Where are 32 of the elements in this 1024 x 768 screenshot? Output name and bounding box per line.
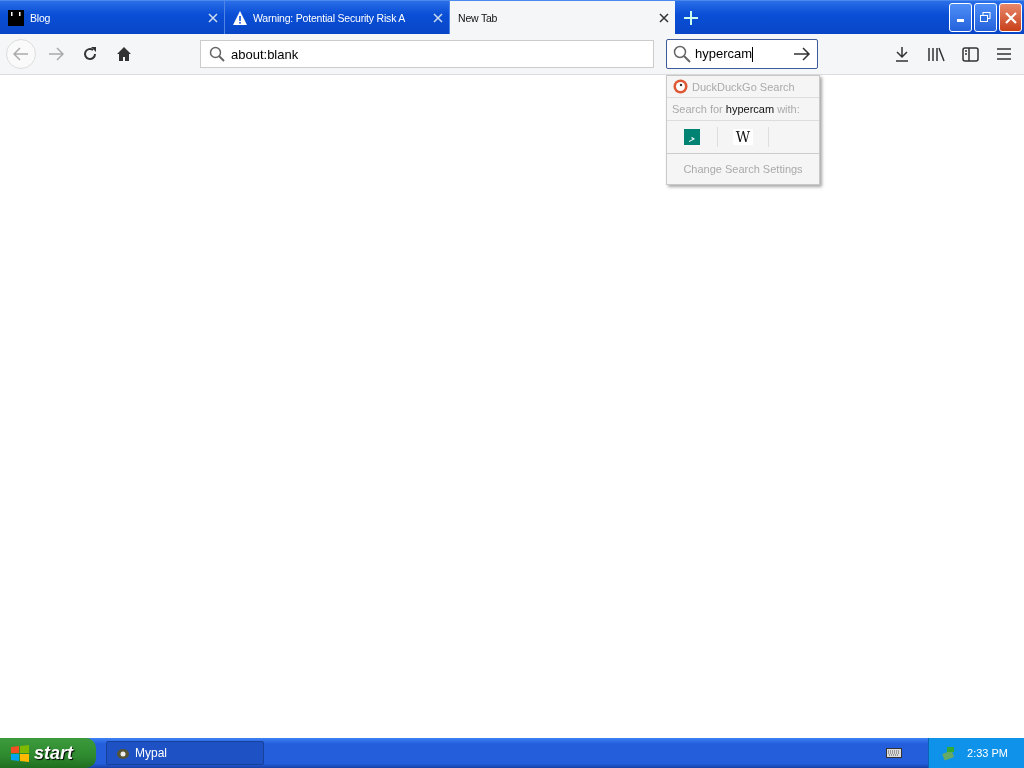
wikipedia-icon[interactable]: W	[732, 129, 754, 145]
close-icon[interactable]	[659, 12, 669, 23]
windows-logo	[10, 744, 30, 762]
bing-icon[interactable]	[684, 129, 700, 145]
taskbar-button[interactable]: Mypal	[106, 741, 264, 765]
menu-icon[interactable]	[996, 47, 1012, 61]
close-icon	[1004, 11, 1017, 24]
back-arrow-icon	[13, 47, 29, 61]
keyboard-icon[interactable]	[886, 748, 903, 758]
warning-icon	[233, 10, 247, 25]
home-icon[interactable]	[116, 46, 132, 62]
go-arrow-icon[interactable]	[793, 47, 811, 61]
download-icon[interactable]	[894, 46, 910, 62]
close-button[interactable]	[999, 3, 1022, 32]
search-icon	[673, 45, 691, 63]
clock: 2:33 PM	[967, 747, 1008, 759]
start-button[interactable]: start	[0, 738, 96, 768]
app-icon	[115, 746, 131, 760]
address-field[interactable]: about:blank	[200, 40, 654, 68]
search-prompt: Search for hypercam with:	[667, 98, 819, 121]
reload-icon[interactable]	[82, 46, 98, 62]
new-tab-icon[interactable]	[684, 10, 698, 25]
library-icon[interactable]	[927, 46, 945, 62]
restore-icon	[980, 12, 991, 23]
browser-tab[interactable]: New Tab	[450, 1, 675, 34]
engine-name: DuckDuckGo Search	[692, 80, 795, 93]
restore-button[interactable]	[974, 3, 997, 32]
search-icon	[209, 46, 225, 62]
search-field[interactable]: hypercam	[666, 39, 818, 69]
blog-icon	[8, 9, 24, 26]
minimize-button[interactable]	[949, 3, 972, 32]
sidebar-icon[interactable]	[961, 46, 979, 62]
